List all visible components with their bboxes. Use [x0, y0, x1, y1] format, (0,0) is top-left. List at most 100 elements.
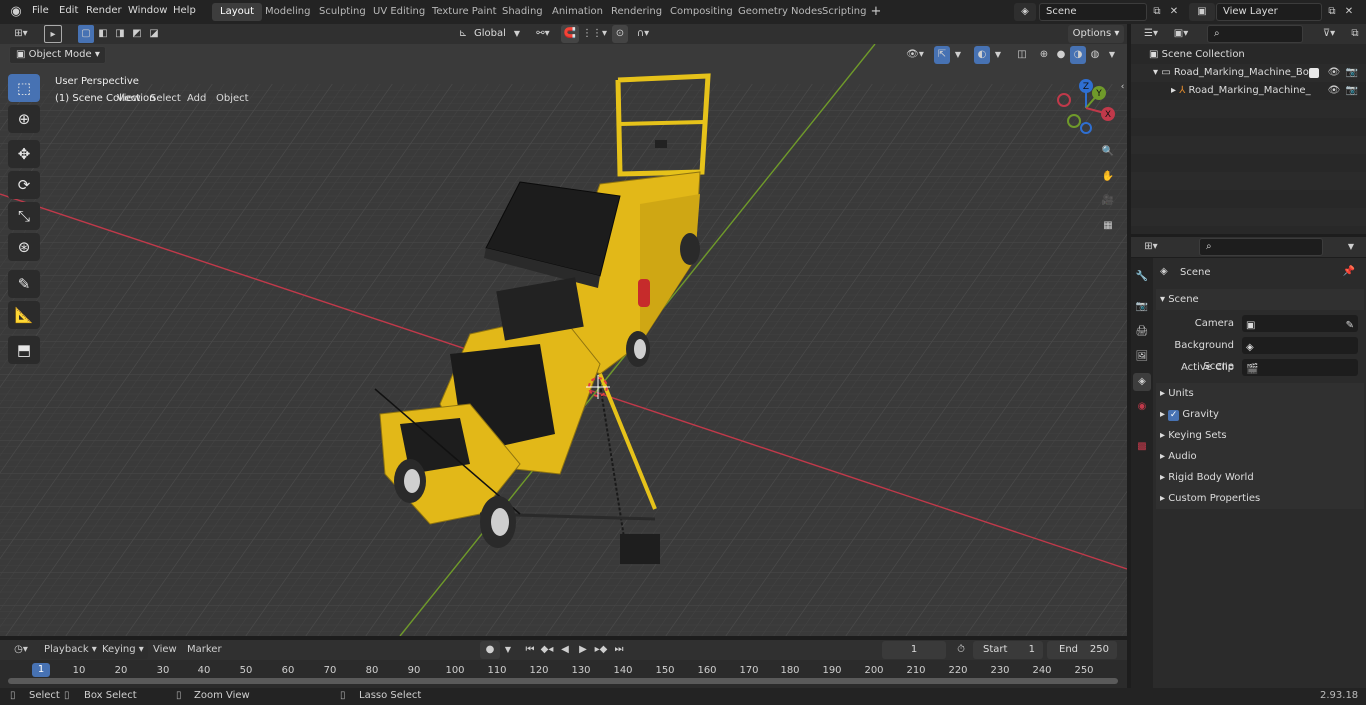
timeline-menu-marker[interactable]: Marker	[187, 641, 222, 659]
select-box-tool[interactable]: ⬚	[8, 74, 40, 102]
falloff-icon[interactable]: ∩▾	[632, 25, 654, 43]
scene-tab-icon[interactable]: ◈	[1133, 373, 1151, 391]
select-tool-icon[interactable]: ▸	[44, 25, 62, 43]
menu-render[interactable]: Render	[80, 0, 128, 24]
move-tool[interactable]: ✥	[8, 140, 40, 168]
camera-render-icon[interactable]: 📷	[1345, 64, 1359, 82]
select-extend-icon[interactable]: ◧	[95, 25, 111, 43]
jump-start-icon[interactable]: ⏮	[522, 641, 538, 659]
menu-window[interactable]: Window	[122, 0, 173, 24]
shading-dropdown-icon[interactable]: ▼	[1106, 46, 1118, 64]
sidebar-toggle-icon[interactable]: ‹	[1118, 80, 1127, 94]
active-clip-field[interactable]: 🎬	[1242, 359, 1358, 376]
gravity-panel-header[interactable]: ▸ ✓ Gravity	[1156, 404, 1364, 425]
render-tab-icon[interactable]: 📷	[1133, 298, 1151, 316]
menu-help[interactable]: Help	[167, 0, 202, 24]
snap-toggle-icon[interactable]: 🧲	[561, 25, 579, 43]
collection-checkbox[interactable]	[1309, 68, 1319, 78]
next-keyframe-icon[interactable]: ▸◆	[593, 641, 609, 659]
eye-icon[interactable]: 👁	[1327, 82, 1341, 100]
record-icon[interactable]: ●	[480, 641, 500, 659]
new-collection-icon[interactable]: ⧉	[1347, 25, 1363, 43]
workspace-tab-animation[interactable]: Animation	[544, 3, 611, 21]
measure-tool[interactable]: 📐	[8, 301, 40, 329]
viewport-scene[interactable]	[0, 44, 1127, 636]
cursor-tool[interactable]: ⊕	[8, 105, 40, 133]
scale-tool[interactable]: ⤡	[8, 202, 40, 230]
add-cube-tool[interactable]: ⬒	[8, 336, 40, 364]
transform-orientation-icon[interactable]: ⊾	[456, 25, 470, 43]
start-frame-field[interactable]: Start 1	[973, 641, 1043, 659]
timeline-menu-playback[interactable]: Playback ▾	[40, 641, 101, 659]
keying-sets-panel-header[interactable]: ▸ Keying Sets	[1156, 425, 1364, 446]
jump-end-icon[interactable]: ⏭	[611, 641, 627, 659]
stopwatch-icon[interactable]: ⏱	[953, 641, 969, 659]
outliner-search-input[interactable]: ⌕	[1207, 25, 1303, 43]
texture-tab-icon[interactable]: ▩	[1133, 438, 1151, 456]
workspace-tab-shading[interactable]: Shading	[494, 3, 551, 21]
overlays-toggle-icon[interactable]: ◐	[974, 46, 990, 64]
timeline-menu-keying[interactable]: Keying ▾	[98, 641, 148, 659]
record-options-icon[interactable]: ▼	[502, 641, 514, 659]
outliner-row-collection[interactable]: ▾ ▭ Road_Marking_Machine_Boru 👁 📷	[1131, 64, 1366, 82]
filter-icon[interactable]: ⊽▾	[1317, 25, 1341, 43]
rigid-body-world-panel-header[interactable]: ▸ Rigid Body World	[1156, 467, 1364, 488]
mode-dropdown[interactable]: ▣ Object Mode ▾	[9, 46, 106, 64]
view-layer-name-field[interactable]: View Layer	[1216, 3, 1322, 21]
visibility-filter-icon[interactable]: 👁▾	[902, 46, 928, 64]
workspace-tab-scripting[interactable]: Scripting	[814, 3, 874, 21]
rotate-tool[interactable]: ⟳	[8, 171, 40, 199]
current-frame-field[interactable]: 1	[882, 641, 946, 659]
new-scene-icon[interactable]: ⧉	[1149, 3, 1165, 21]
custom-properties-panel-header[interactable]: ▸ Custom Properties	[1156, 488, 1364, 509]
outliner-editor-type-icon[interactable]: ☰▾	[1139, 25, 1163, 43]
gizmo-neg-y[interactable]	[1067, 114, 1081, 128]
play-icon[interactable]: ▶	[575, 641, 591, 659]
workspace-tab-texture-paint[interactable]: Texture Paint	[424, 3, 505, 21]
view-layer-tab-icon[interactable]: 🖼	[1133, 348, 1151, 366]
blender-logo-icon[interactable]: ◉	[8, 3, 24, 21]
gizmo-neg-z[interactable]	[1080, 122, 1092, 134]
viewport-menu-object[interactable]: Object	[211, 90, 254, 108]
world-tab-icon[interactable]: ◉	[1133, 398, 1151, 416]
background-scene-field[interactable]: ◈	[1242, 337, 1358, 354]
proportional-edit-icon[interactable]: ⊙	[612, 25, 628, 43]
scene-name-field[interactable]: Scene	[1039, 3, 1147, 21]
camera-view-icon[interactable]: 🎥	[1099, 192, 1117, 210]
play-reverse-icon[interactable]: ◀	[557, 641, 573, 659]
scene-selector-icon[interactable]: ◈	[1014, 3, 1036, 21]
eyedropper-icon[interactable]: ✎	[1346, 315, 1354, 336]
select-invert-icon[interactable]: ◩	[129, 25, 145, 43]
workspace-tab-uv-editing[interactable]: UV Editing	[365, 3, 433, 21]
delete-scene-icon[interactable]: ✕	[1167, 3, 1181, 21]
zoom-icon[interactable]: 🔍	[1099, 143, 1117, 161]
units-panel-header[interactable]: ▸ Units	[1156, 383, 1364, 404]
camera-render-icon[interactable]: 📷	[1345, 82, 1359, 100]
properties-editor-type-icon[interactable]: ⊞▾	[1139, 238, 1163, 256]
gizmo-neg-x[interactable]	[1057, 93, 1071, 107]
display-mode-icon[interactable]: ▣▾	[1169, 25, 1193, 43]
pin-icon[interactable]: 📌	[1342, 266, 1356, 277]
workspace-tab-compositing[interactable]: Compositing	[662, 3, 741, 21]
camera-field[interactable]: ▣ ✎	[1242, 315, 1358, 332]
tool-tab-icon[interactable]: 🔧	[1133, 268, 1151, 286]
select-subtract-icon[interactable]: ◨	[112, 25, 128, 43]
pivot-point-icon[interactable]: ⚯▾	[531, 25, 555, 43]
delete-view-layer-icon[interactable]: ✕	[1342, 3, 1356, 21]
solid-shading-icon[interactable]: ●	[1053, 46, 1069, 64]
timeline-scrollbar[interactable]	[8, 678, 1118, 684]
gizmo-toggle-icon[interactable]: ⇱	[934, 46, 950, 64]
workspace-tab-layout[interactable]: Layout	[212, 3, 262, 21]
properties-search-input[interactable]: ⌕	[1199, 238, 1323, 256]
xray-toggle-icon[interactable]: ◫	[1014, 46, 1030, 64]
view-layer-selector-icon[interactable]: ▣	[1189, 3, 1215, 21]
transform-tool[interactable]: ⊛	[8, 233, 40, 261]
audio-panel-header[interactable]: ▸ Audio	[1156, 446, 1364, 467]
overlays-dropdown-icon[interactable]: ▼	[992, 46, 1004, 64]
3d-viewport[interactable]	[0, 44, 1127, 636]
editor-type-icon[interactable]: ⊞▾	[8, 25, 34, 43]
new-view-layer-icon[interactable]: ⧉	[1324, 3, 1340, 21]
timeline-editor-type-icon[interactable]: ◷▾	[8, 641, 34, 659]
workspace-tab-rendering[interactable]: Rendering	[603, 3, 670, 21]
expand-arrow-icon[interactable]: ▾	[1153, 67, 1161, 78]
